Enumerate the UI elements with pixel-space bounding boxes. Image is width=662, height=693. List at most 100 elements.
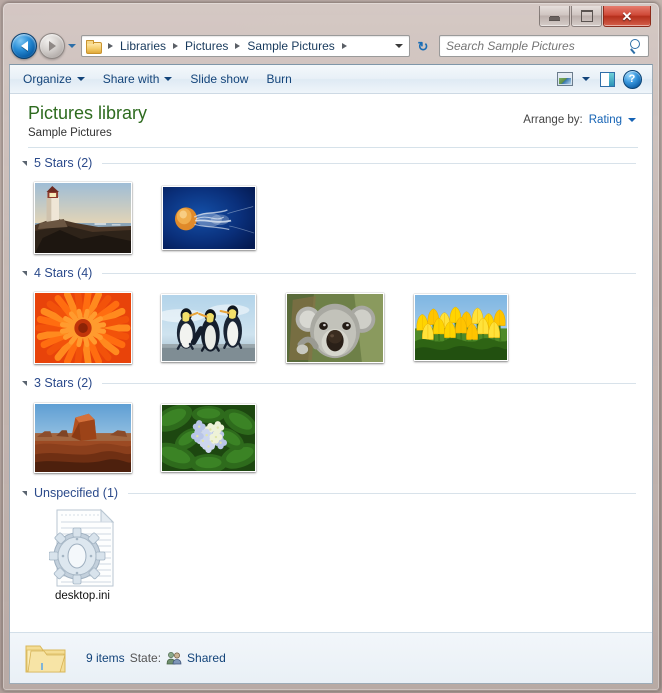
maximize-icon — [580, 10, 593, 22]
refresh-icon: ↻ — [417, 38, 429, 54]
thumbnail — [46, 508, 120, 587]
chevron-down-icon — [395, 44, 403, 48]
breadcrumb-separator-icon — [235, 43, 241, 49]
collapse-triangle-icon[interactable] — [22, 491, 27, 497]
chevron-down-icon — [164, 77, 173, 81]
chevron-down-icon[interactable] — [628, 118, 636, 122]
address-bar[interactable]: Libraries Pictures Sample Pictures — [81, 35, 410, 57]
toolbar-item-burn[interactable]: Burn — [257, 68, 300, 90]
file-tile[interactable] — [33, 400, 132, 476]
file-group: Unspecified (1) desktop.ini — [10, 486, 652, 604]
status-text: 9 items State: Shared — [86, 651, 226, 665]
arrange-by-control: Arrange by: Rating — [523, 114, 636, 126]
search-input[interactable] — [440, 39, 627, 53]
thumbnail — [158, 400, 259, 476]
breadcrumb-sample-pictures[interactable]: Sample Pictures — [244, 37, 337, 55]
item-count: 9 items — [86, 651, 125, 665]
chevron-down-icon — [582, 77, 590, 81]
file-tile[interactable] — [33, 180, 132, 256]
recent-pages-button[interactable] — [65, 35, 79, 57]
arrow-left-icon — [20, 41, 28, 51]
refresh-button[interactable]: ↻ — [411, 34, 435, 58]
tile-row: desktop.ini — [10, 500, 652, 604]
change-view-dropdown-button[interactable] — [578, 68, 594, 90]
folder-icon — [24, 639, 68, 677]
thumbnail — [31, 180, 135, 256]
breadcrumb-pictures[interactable]: Pictures — [182, 37, 231, 55]
group-title: 5 Stars (2) — [34, 155, 93, 170]
search-box[interactable] — [439, 35, 649, 57]
breadcrumb-separator-icon — [173, 43, 179, 49]
command-toolbar: Organize Share with Slide show Burn ? — [10, 65, 652, 94]
shared-users-icon — [166, 651, 182, 665]
page-title: Pictures library — [28, 103, 148, 123]
help-icon: ? — [622, 69, 642, 89]
breadcrumb-libraries[interactable]: Libraries — [117, 37, 169, 55]
views-icon — [557, 72, 573, 86]
file-tile[interactable] — [285, 290, 384, 366]
address-dropdown-button[interactable] — [391, 36, 407, 56]
group-divider — [102, 163, 636, 165]
thumbnail — [31, 290, 135, 366]
toolbar-label: Slide show — [190, 72, 249, 86]
file-name-label: desktop.ini — [55, 589, 110, 602]
group-divider — [102, 383, 636, 385]
state-value: Shared — [187, 651, 226, 665]
file-tile[interactable] — [33, 290, 132, 366]
group-title: Unspecified (1) — [34, 485, 119, 500]
preview-pane-button[interactable] — [595, 68, 619, 90]
status-bar: 9 items State: Shared — [10, 632, 652, 683]
toolbar-label: Share with — [102, 72, 160, 86]
file-tile[interactable] — [412, 290, 509, 366]
search-icon — [627, 37, 645, 55]
chevron-down-icon — [68, 44, 76, 48]
group-header[interactable]: Unspecified (1) — [10, 486, 652, 500]
minimize-button[interactable] — [539, 6, 570, 27]
group-divider — [102, 273, 636, 275]
file-tile[interactable] — [160, 400, 257, 476]
back-button[interactable] — [11, 33, 37, 59]
group-header[interactable]: 3 Stars (2) — [10, 376, 652, 390]
tile-row — [10, 170, 652, 258]
change-view-button[interactable] — [553, 68, 577, 90]
group-header[interactable]: 5 Stars (2) — [10, 156, 652, 170]
toolbar-item-organize[interactable]: Organize — [14, 68, 94, 90]
chevron-down-icon — [76, 77, 85, 81]
forward-button[interactable] — [39, 33, 65, 59]
thumbnail — [158, 290, 259, 366]
group-header[interactable]: 4 Stars (4) — [10, 266, 652, 280]
library-subtitle: Sample Pictures — [28, 126, 112, 139]
thumbnail — [283, 290, 387, 366]
thumbnail — [159, 180, 259, 256]
collapse-triangle-icon[interactable] — [22, 381, 27, 387]
file-tile[interactable] — [160, 180, 257, 256]
file-tile[interactable]: desktop.ini — [34, 508, 131, 602]
arrange-by-label: Arrange by: — [523, 114, 583, 126]
file-group: 5 Stars (2) — [10, 156, 652, 258]
tile-row — [10, 390, 652, 478]
group-title: 4 Stars (4) — [34, 265, 93, 280]
close-button[interactable]: ✕ — [603, 6, 651, 27]
toolbar-label: Burn — [266, 72, 292, 86]
toolbar-item-share-with[interactable]: Share with — [94, 68, 182, 90]
help-button[interactable]: ? — [620, 68, 644, 90]
client-area: Organize Share with Slide show Burn ? Pi… — [9, 64, 653, 684]
file-group: 3 Stars (2) — [10, 376, 652, 478]
thumbnail — [411, 290, 511, 366]
file-group: 4 Stars (4) — [10, 266, 652, 368]
file-list: 5 Stars (2) 4 Stars (4) 3 Stars (2) Unsp… — [10, 148, 652, 636]
collapse-triangle-icon[interactable] — [22, 271, 27, 277]
maximize-button[interactable] — [571, 6, 602, 27]
arrange-by-value[interactable]: Rating — [589, 114, 622, 126]
toolbar-label: Organize — [23, 72, 72, 86]
toolbar-item-slide-show[interactable]: Slide show — [181, 68, 257, 90]
library-header: Pictures library Sample Pictures Arrange… — [10, 94, 652, 139]
breadcrumb-separator-icon — [341, 43, 347, 49]
collapse-triangle-icon[interactable] — [22, 161, 27, 167]
title-bar: ✕ — [3, 3, 659, 29]
close-icon: ✕ — [621, 8, 633, 24]
file-tile[interactable] — [160, 290, 257, 366]
group-title: 3 Stars (2) — [34, 375, 93, 390]
breadcrumb-separator-icon — [108, 43, 113, 49]
explorer-window: ✕ Libraries Pictures Sample Pictures ↻ S… — [0, 0, 662, 693]
